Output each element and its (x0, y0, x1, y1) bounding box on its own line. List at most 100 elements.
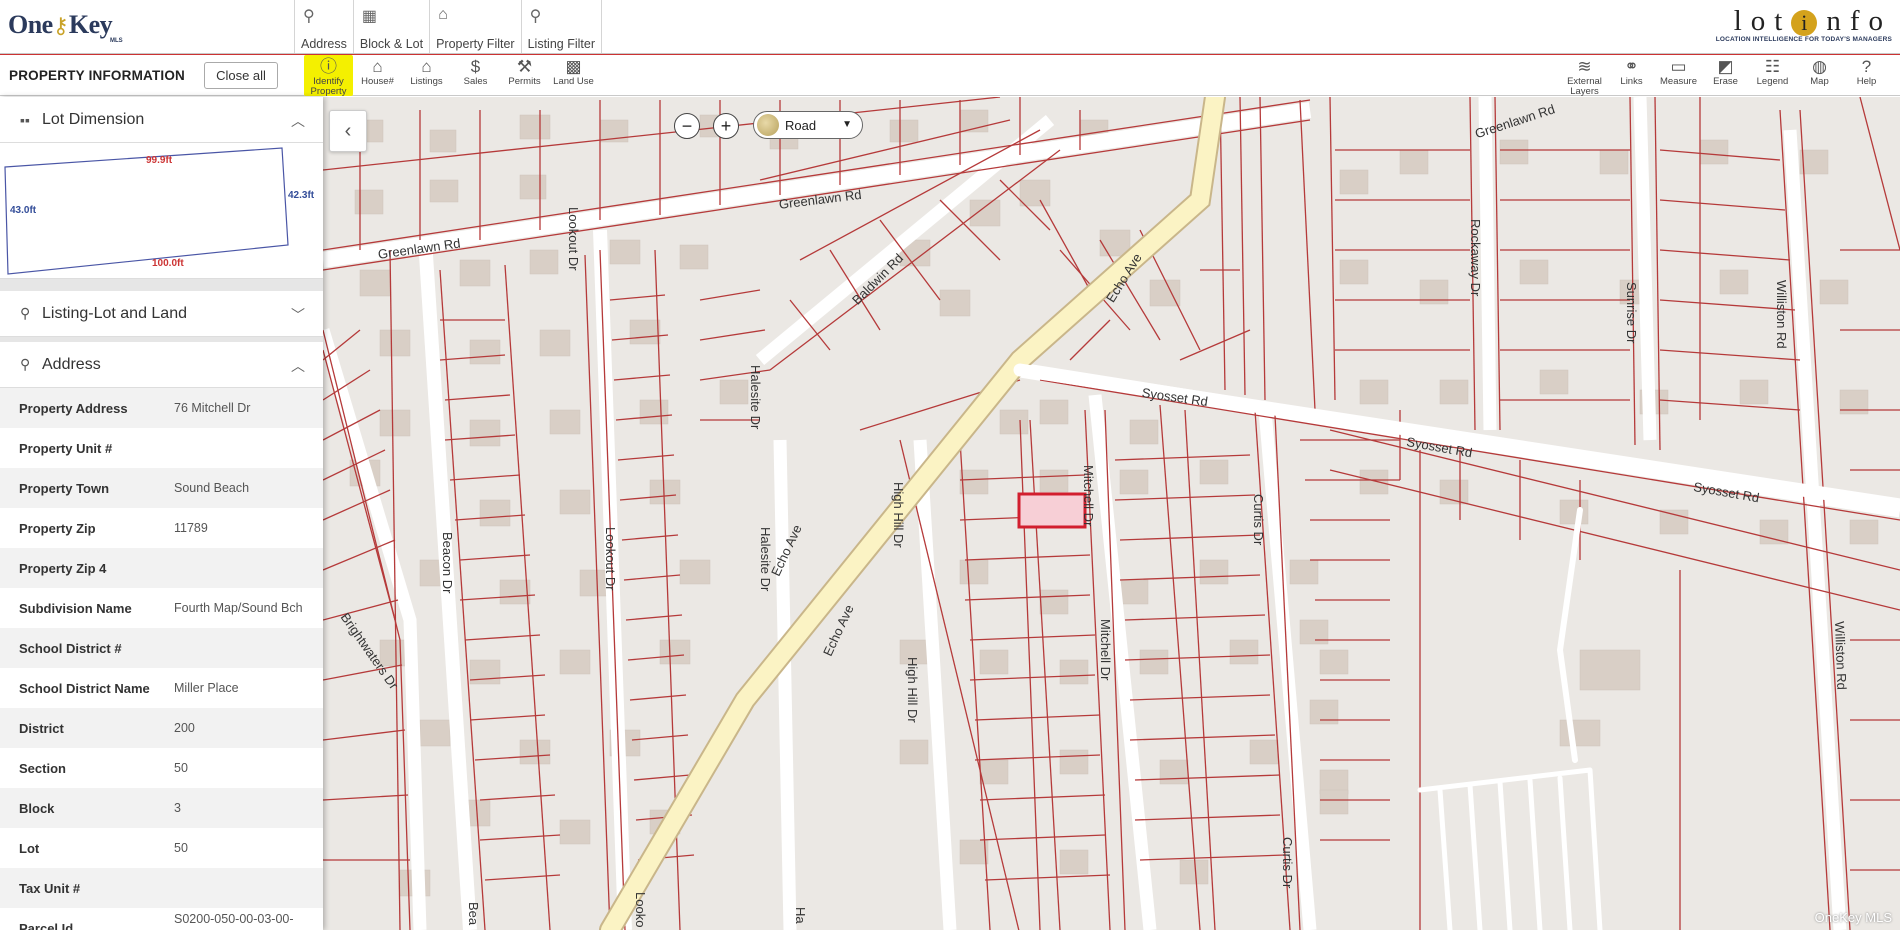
road-label: Curtis Dr (1280, 837, 1295, 889)
road-label: Mitchell Dr (1098, 619, 1113, 681)
map-pin-icon: ⚲ (20, 356, 31, 372)
lotinfo-word-pre: lot (1733, 5, 1792, 37)
address-table: Property Address 76 Mitchell Dr Property … (0, 388, 323, 930)
parcel-map[interactable] (323, 97, 1900, 930)
ruler-icon: ▭ (1670, 57, 1687, 76)
row-key: School District Name (19, 680, 150, 696)
top-filter-bar: ⚲ Address ▦ Block & Lot ⌂ Property Filte… (294, 0, 602, 53)
block-lot-filter-button[interactable]: ▦ Block & Lot (352, 0, 429, 53)
lot-dimension-title: Lot Dimension (42, 110, 145, 128)
identify-property-button[interactable]: ⓘ Identify Property (304, 55, 353, 97)
row-key: District (19, 720, 64, 736)
house-number-button[interactable]: ⌂ House# (353, 55, 402, 96)
map-canvas[interactable]: Greenlawn Rd Greenlawn Rd Greenlawn Rd L… (323, 97, 1900, 930)
row-value: S0200-050-00-03-00-050-000 (174, 912, 294, 930)
address-header[interactable]: ⚲ Address ︿ (0, 342, 323, 388)
sales-button[interactable]: $ Sales (451, 55, 500, 96)
grid-icon: ▪▪ (20, 111, 30, 128)
road-label: Williston Rd (1832, 621, 1850, 691)
road-label: Beacon Dr (440, 532, 455, 594)
external-layers-label: External Layers (1567, 76, 1602, 97)
road-label: Lookout Dr (603, 527, 618, 591)
help-label: Help (1856, 76, 1877, 87)
lotinfo-word-post: nfo (1826, 5, 1892, 37)
map-pin-icon: ⚲ (20, 305, 31, 321)
map-type-value: Road (785, 117, 817, 133)
row-key: Property Zip (19, 520, 96, 536)
chevron-down-icon: ﹀ (291, 307, 305, 323)
row-value: 50 (174, 840, 188, 855)
house-number-icon: ⌂ (372, 57, 383, 76)
map-button[interactable]: ◍ Map (1796, 55, 1843, 96)
map-tools: ≋ External Layers ⚭ Links ▭ Measure ◩ Er… (1561, 55, 1890, 97)
collapse-panel-button[interactable]: ‹ (329, 110, 367, 152)
row-value: Miller Place (174, 680, 239, 695)
lot-right-dimension: 42.3ft (288, 190, 315, 201)
zoom-out-button[interactable]: − (674, 113, 700, 139)
row-key: Section (19, 760, 66, 776)
road-label: Lookout Dr (566, 207, 581, 271)
logo-word-key: Key (68, 10, 113, 39)
row-value: 76 Mitchell Dr (174, 400, 251, 415)
road-label: Williston Rd (1774, 280, 1789, 349)
listing-filter-label: Listing Filter (527, 37, 595, 51)
lot-left-dimension: 43.0ft (10, 205, 37, 216)
row-key: Lot (19, 840, 40, 856)
listings-button[interactable]: ⌂ Listings (402, 55, 451, 96)
road-label: Ha (793, 907, 808, 924)
row-value: Fourth Map/Sound Bch (174, 600, 303, 615)
map-pin-icon: ⚲ (303, 8, 315, 25)
close-all-button[interactable]: Close all (204, 62, 278, 89)
lot-bottom-dimension: 100.0ft (152, 258, 184, 269)
lot-dimension-diagram: 99.9ft 43.0ft 42.3ft 100.0ft (0, 143, 323, 279)
row-value: 200 (174, 720, 195, 735)
logo-sub: MLS (110, 38, 123, 44)
property-filter-label: Property Filter (436, 37, 515, 51)
map-type-select[interactable]: Road ▼ (753, 111, 863, 139)
listing-filter-button[interactable]: ⚲ Listing Filter (520, 0, 602, 53)
table-row: Property Unit # (0, 428, 323, 468)
layers-icon: ≋ (1577, 57, 1592, 76)
address-filter-button[interactable]: ⚲ Address (294, 0, 353, 53)
legend-button[interactable]: ☷ Legend (1749, 55, 1796, 96)
row-key: Tax Unit # (19, 880, 81, 896)
logo-word-one: One (8, 10, 53, 39)
eraser-icon: ◩ (1717, 57, 1734, 76)
help-button[interactable]: ? Help (1843, 55, 1890, 96)
listings-label: Listings (410, 76, 443, 87)
top-bar: One⚷Key MLS ⚲ Address ▦ Block & Lot ⌂ Pr… (0, 0, 1900, 54)
measure-button[interactable]: ▭ Measure (1655, 55, 1702, 96)
property-filter-button[interactable]: ⌂ Property Filter (429, 0, 521, 53)
listing-lot-land-header[interactable]: ⚲ Listing-Lot and Land ﹀ (0, 291, 323, 337)
row-key: Parcel Id (19, 920, 74, 930)
property-toolbar: PROPERTY INFORMATION Close all ⓘ Identif… (0, 54, 1900, 97)
row-key: Block (19, 800, 55, 816)
links-label: Links (1620, 76, 1643, 87)
erase-button[interactable]: ◩ Erase (1702, 55, 1749, 96)
lotinfo-word-i: i (1791, 10, 1818, 36)
chevron-up-icon: ︿ (291, 113, 305, 129)
house-number-label: House# (361, 76, 394, 87)
table-row: Property Zip 4 (0, 548, 323, 588)
measure-label: Measure (1660, 76, 1697, 87)
listings-icon: ⌂ (421, 57, 432, 76)
permits-button[interactable]: ⚒ Permits (500, 55, 549, 96)
address-title: Address (42, 355, 101, 373)
road-label: High Hill Dr (891, 482, 906, 548)
row-value: 11789 (174, 520, 208, 535)
zoom-in-button[interactable]: + (713, 113, 739, 139)
table-row: Section 50 (0, 748, 323, 788)
legend-icon: ☷ (1764, 57, 1781, 76)
table-row: Block 3 (0, 788, 323, 828)
table-row: Property Zip 11789 (0, 508, 323, 548)
selected-parcel[interactable] (1017, 492, 1087, 529)
external-layers-button[interactable]: ≋ External Layers (1561, 55, 1608, 97)
land-use-button[interactable]: ▩ Land Use (549, 55, 598, 96)
listing-lot-land-title: Listing-Lot and Land (42, 304, 187, 322)
links-button[interactable]: ⚭ Links (1608, 55, 1655, 96)
row-value: Sound Beach (174, 480, 250, 495)
row-key: Property Town (19, 480, 110, 496)
land-use-icon: ▩ (565, 57, 582, 76)
property-info-panel: ▪▪ Lot Dimension ︿ 99.9ft 43.0ft 42.3ft … (0, 97, 323, 930)
lot-dimension-header[interactable]: ▪▪ Lot Dimension ︿ (0, 97, 323, 143)
